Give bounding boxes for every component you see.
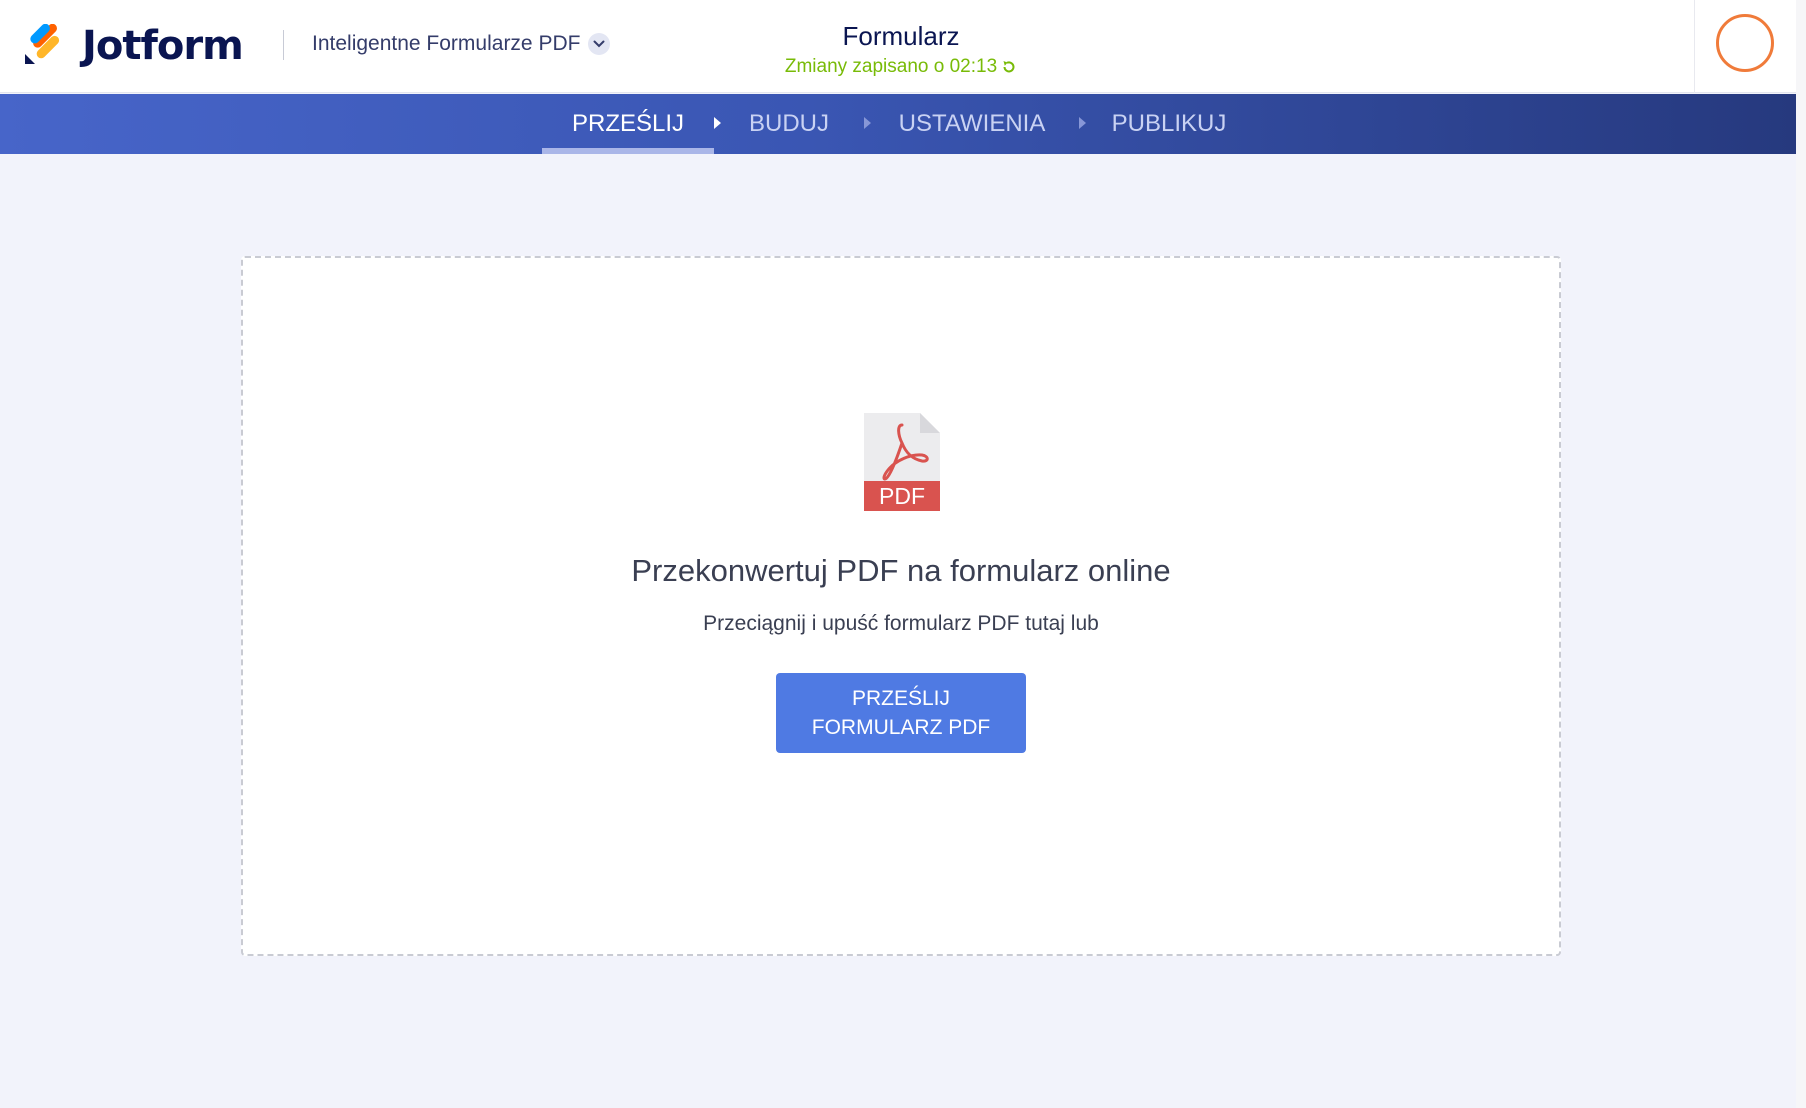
pdf-dropzone[interactable] [241, 256, 1561, 956]
step-arrow-icon [864, 117, 871, 129]
tab-upload[interactable]: PRZEŚLIJ [560, 94, 696, 154]
tab-settings[interactable]: USTAWIENIA [890, 94, 1054, 154]
jotform-logo-icon [25, 24, 60, 64]
step-arrow-icon [714, 117, 721, 129]
jotform-logo[interactable]: Jotform [22, 22, 244, 70]
product-switcher[interactable]: Inteligentne Formularze PDF [312, 32, 611, 56]
upload-subtitle: Przeciągnij i upuść formularz PDF tutaj … [703, 612, 1099, 635]
refresh-icon[interactable] [1001, 59, 1017, 75]
form-title[interactable]: Formularz [700, 21, 1102, 52]
upload-pdf-button[interactable]: PRZEŚLIJ FORMULARZ PDF [776, 673, 1026, 753]
product-switcher-label: Inteligentne Formularze PDF [312, 32, 581, 55]
tab-build[interactable]: BUDUJ [740, 94, 838, 154]
page-scrollbar[interactable] [1796, 0, 1806, 1108]
upload-pdf-button-line2: FORMULARZ PDF [811, 716, 991, 739]
active-tab-indicator [542, 148, 714, 154]
step-arrow-icon [1079, 117, 1086, 129]
save-status: Zmiany zapisano o 02:13 [700, 56, 1102, 78]
header-divider [283, 30, 284, 60]
logo-text: Jotform [82, 23, 244, 69]
tab-publish[interactable]: PUBLIKUJ [1106, 94, 1232, 154]
pdf-file-icon: PDF [864, 413, 940, 516]
pdf-icon-label: PDF [879, 483, 925, 509]
top-header: Jotform Inteligentne Formularze PDF Form… [0, 0, 1806, 93]
upload-title: Przekonwertuj PDF na formularz online [631, 553, 1171, 588]
upload-pdf-button-line1: PRZEŚLIJ [851, 687, 951, 710]
save-status-text: Zmiany zapisano o 02:13 [784, 56, 998, 77]
wizard-steps-nav: PRZEŚLIJ BUDUJ USTAWIENIA PUBLIKUJ [0, 94, 1796, 154]
chevron-down-icon[interactable] [588, 33, 611, 55]
header-right-divider [1694, 0, 1695, 93]
avatar[interactable] [1716, 14, 1774, 72]
